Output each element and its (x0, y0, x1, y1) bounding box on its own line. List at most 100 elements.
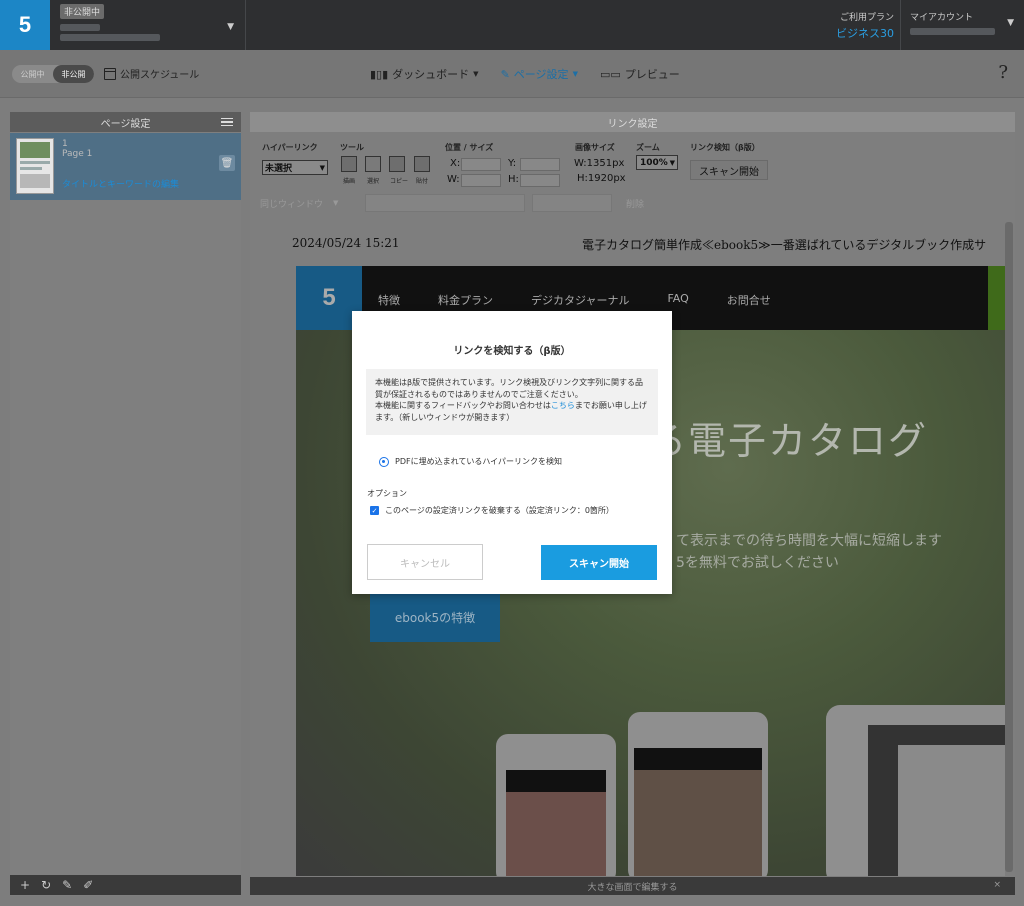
modal-note-line: 本機能に関するフィードバックやお問い合わせはこちらまでお願い申し上げます。（新し… (375, 401, 647, 422)
account-label: マイアカウント (910, 13, 974, 23)
page-list-title: ページ設定 (100, 118, 151, 130)
w-label: W: (447, 174, 460, 185)
detect-radio[interactable] (379, 456, 389, 467)
x-label: X: (450, 158, 461, 169)
y-input[interactable] (520, 158, 560, 171)
hero-subtitle: 5を無料でお試しください (676, 555, 839, 571)
tool-label: 選択 (367, 178, 380, 185)
page-list-item[interactable]: 1 Page 1 タイトルとキーワードの編集 🗑 (10, 133, 241, 200)
close-icon[interactable]: × (993, 880, 1001, 890)
delete-link-button[interactable]: 削除 (626, 197, 644, 210)
calendar-icon (104, 67, 116, 80)
window-target-select[interactable]: 同じウィンドウ ▼ (260, 194, 355, 212)
scan-start-button[interactable]: スキャン開始 (541, 545, 657, 580)
hero-button: ebook5の特徴 (370, 592, 500, 642)
hero-subtitle: て表示までの待ち時間を大幅に短縮します (676, 533, 942, 549)
group-hyperlink: ハイパーリンク (262, 143, 318, 152)
plan-info: ご利用プラン ビジネス30 (828, 10, 894, 41)
modal-title: リンクを検知する（β版） (453, 346, 571, 357)
nav-page-settings-label: ページ設定 (513, 68, 569, 81)
detect-option[interactable]: PDFに埋め込まれているハイパーリンクを検知 (379, 456, 562, 467)
refresh-icon[interactable]: ↻ (41, 878, 51, 892)
page-name: Page 1 (62, 149, 93, 159)
chevron-down-icon: ▼ (227, 22, 234, 32)
site-nav-item: デジカタジャーナル (531, 294, 630, 307)
document-title: 電子カタログ簡単作成≪ebook5≫一番選ばれているデジタルブック作成サ (582, 238, 987, 252)
edit-icon[interactable]: ✎ (62, 878, 72, 892)
h-input[interactable] (520, 174, 560, 187)
group-tools: ツール (340, 143, 364, 152)
schedule-button[interactable]: 公開スケジュール (104, 66, 199, 81)
discard-links-option[interactable]: ✓ このページの設定済リンクを破棄する（設定済リンク：0箇所） (370, 505, 614, 516)
group-zoom: ズーム (636, 143, 660, 152)
pencil-icon: ✎ (500, 67, 510, 81)
link-url-input[interactable] (365, 194, 525, 212)
modal-note-line: 本機能はβ版で提供されています。リンク検視及びリンク文字列に関する品質が保証され… (375, 378, 644, 399)
book-url-blurred (60, 34, 160, 41)
vertical-scrollbar[interactable] (1005, 222, 1013, 872)
book-selector[interactable]: 非公開中 ▼ (60, 4, 240, 46)
site-nav-item: お問合せ (726, 294, 771, 307)
account-email-blurred (910, 28, 995, 35)
h-label: H: (508, 174, 519, 185)
book-icon: ▭▭ (599, 67, 621, 81)
feedback-link[interactable]: こちら (551, 401, 575, 410)
site-nav-item: 特徴 (378, 294, 400, 307)
plan-value[interactable]: ビジネス30 (828, 25, 894, 41)
app-logo[interactable]: 5 (0, 0, 50, 50)
options-label: オプション (367, 489, 407, 498)
copy-tool-button[interactable] (389, 156, 405, 172)
image-height: H:1920px (577, 173, 626, 184)
page-thumbnail[interactable] (16, 138, 54, 194)
nav-dashboard-label: ダッシュボード (392, 68, 470, 81)
top-bar: 5 非公開中 ▼ ご利用プラン ビジネス30 マイアカウント ▼ (0, 0, 1024, 50)
divider (245, 0, 246, 50)
phone-mockup (628, 712, 768, 876)
document-date: 2024/05/24 15:21 (292, 236, 400, 250)
scan-start-button-toolbar[interactable]: スキャン開始 (690, 160, 768, 180)
group-position: 位置 / サイズ (445, 143, 494, 152)
edit-title-keywords-link[interactable]: タイトルとキーワードの編集 (62, 177, 179, 190)
link-target-row: 同じウィンドウ ▼ 削除 (260, 194, 1010, 214)
account-menu[interactable]: マイアカウント ▼ (910, 10, 1020, 35)
bar-chart-icon: ▮▯▮ (370, 67, 389, 81)
plan-label: ご利用プラン (839, 13, 894, 23)
paste-tool-button[interactable] (414, 156, 430, 172)
schedule-label: 公開スケジュール (120, 70, 200, 81)
chevron-down-icon: ▼ (1007, 18, 1014, 28)
publish-toggle[interactable]: 公開中 非公開 (12, 65, 94, 83)
hyperlink-select[interactable]: 未選択 ▼ (262, 160, 328, 175)
menu-icon[interactable] (221, 118, 233, 126)
x-input[interactable] (461, 158, 501, 171)
w-input[interactable] (461, 174, 501, 187)
tool-label: 貼付 (416, 178, 429, 185)
discard-links-checkbox[interactable]: ✓ (370, 506, 379, 515)
large-screen-edit-bar[interactable]: 大きな画面で編集する × (250, 877, 1015, 895)
toggle-private[interactable]: 非公開 (53, 65, 94, 83)
cancel-button[interactable]: キャンセル (367, 544, 483, 580)
group-image-size: 画像サイズ (575, 143, 615, 152)
link-settings-header: リンク設定 (250, 112, 1015, 132)
tablet-mockup (826, 705, 1005, 876)
tool-label: 描画 (343, 178, 356, 185)
site-nav-item: FAQ (667, 292, 689, 305)
tool-label: コピー (390, 178, 409, 185)
add-icon[interactable]: + (20, 878, 30, 892)
nav-dashboard[interactable]: ▮▯▮ ダッシュボード ▼ (370, 66, 479, 82)
help-icon[interactable]: ? (998, 62, 1008, 83)
link-extra-input[interactable] (532, 194, 612, 212)
toggle-public[interactable]: 公開中 (12, 65, 53, 83)
zoom-select[interactable]: 100% ▼ (636, 155, 678, 170)
y-label: Y: (508, 158, 517, 169)
chevron-down-icon: ▼ (572, 70, 578, 78)
site-nav: 特徴 料金プラン デジカタジャーナル FAQ お問合せ (378, 292, 771, 308)
main-nav: ▮▯▮ ダッシュボード ▼ ✎ ページ設定 ▼ ▭▭ プレビュー (370, 66, 680, 82)
edit-off-icon[interactable]: ✐ (83, 878, 93, 892)
draw-tool-button[interactable] (341, 156, 357, 172)
nav-page-settings[interactable]: ✎ ページ設定 ▼ (501, 66, 578, 82)
select-tool-button[interactable] (365, 156, 381, 172)
trash-icon[interactable]: 🗑 (219, 155, 235, 171)
discard-links-label: このページの設定済リンクを破棄する（設定済リンク：0箇所） (385, 506, 614, 515)
detect-radio-label: PDFに埋め込まれているハイパーリンクを検知 (395, 457, 563, 466)
nav-preview[interactable]: ▭▭ プレビュー (600, 66, 680, 82)
